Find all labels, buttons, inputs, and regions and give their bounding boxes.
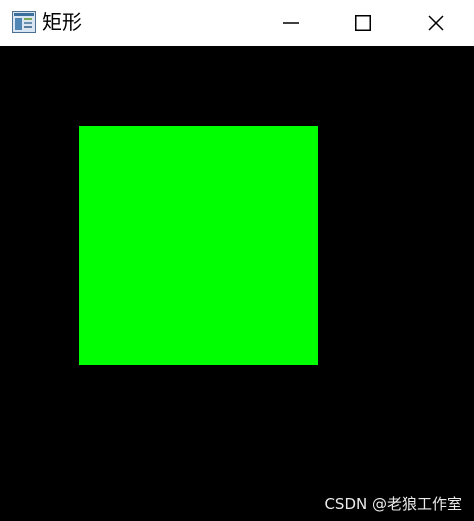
maximize-button[interactable] — [340, 0, 386, 46]
maximize-icon — [355, 15, 371, 31]
minimize-button[interactable] — [268, 0, 314, 46]
title-bar[interactable]: 矩形 — [0, 0, 474, 46]
window-title: 矩形 — [42, 10, 82, 34]
close-icon — [428, 15, 444, 31]
close-button[interactable] — [413, 0, 459, 46]
window-app-icon[interactable] — [12, 11, 36, 33]
drawing-canvas: CSDN @老狼工作室 — [0, 46, 474, 521]
green-rectangle — [79, 126, 318, 365]
window-app-icon-graphic — [12, 11, 36, 33]
app-window: 矩形 CSDN @老狼工作室 — [0, 0, 474, 521]
minimize-icon — [283, 22, 299, 24]
watermark-text: CSDN @老狼工作室 — [324, 495, 462, 513]
